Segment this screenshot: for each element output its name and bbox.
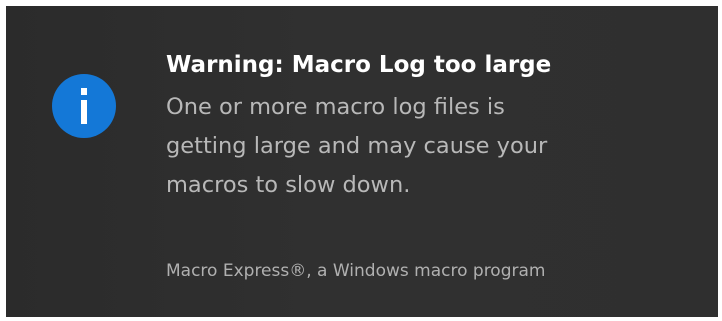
notification-body: One or more macro log files is getting l… — [166, 94, 548, 198]
info-icon — [52, 74, 116, 138]
notification-title: Warning: Macro Log too large — [166, 52, 552, 78]
toast-notification[interactable]: Warning: Macro Log too large One or more… — [6, 6, 718, 317]
notification-attribution: Macro Express®, a Windows macro program — [166, 261, 546, 281]
